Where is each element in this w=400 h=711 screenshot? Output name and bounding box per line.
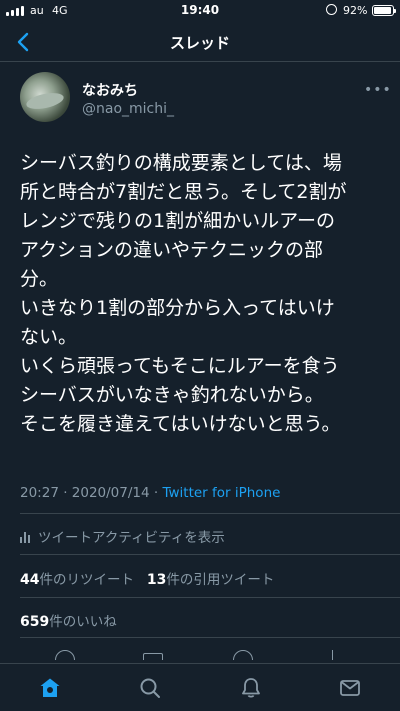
tweet-timestamp: 20:27 · 2020/07/14 ·: [20, 485, 163, 501]
status-time: 19:40: [180, 3, 220, 17]
like-icon[interactable]: [233, 650, 253, 660]
author-display-name[interactable]: なおみち: [82, 80, 138, 100]
battery-icon: [372, 5, 396, 16]
reply-icon[interactable]: [55, 650, 75, 660]
tweet-line: ない。: [20, 326, 78, 348]
share-icon[interactable]: [332, 650, 334, 660]
page-title: スレッド: [169, 34, 230, 52]
divider: [20, 554, 400, 555]
tweet-line: いくら頑張ってもそこにルアーを食う: [20, 355, 340, 377]
divider: [20, 637, 400, 638]
navigation-bar: スレッド: [0, 22, 400, 62]
quote-label: 件の引用ツイート: [166, 572, 275, 588]
orientation-lock-icon: [326, 4, 337, 15]
tweet-line: シーバスがいなきゃ釣れないから。: [20, 384, 324, 406]
status-bar: au 4G 19:40 92%: [0, 0, 400, 22]
tweet-text: シーバス釣りの構成要素としては、場 所と時合が7割だと思う。そして2割が レンジ…: [20, 149, 390, 439]
notifications-tab-icon[interactable]: [239, 676, 263, 700]
activity-chart-icon: [20, 529, 30, 543]
avatar[interactable]: [20, 72, 70, 122]
author-handle[interactable]: @nao_michi_: [82, 101, 174, 117]
tweet-activity-link[interactable]: ツイートアクティビティを表示: [20, 526, 225, 546]
tweet-line: シーバス釣りの構成要素としては、場: [20, 152, 342, 174]
more-options-icon[interactable]: •••: [364, 82, 392, 98]
home-tab-icon[interactable]: [38, 676, 62, 700]
bottom-tab-bar: [0, 663, 400, 711]
retweet-count: 44: [20, 572, 40, 588]
divider: [20, 597, 400, 598]
like-label: 件のいいね: [49, 614, 117, 630]
tweet-line: いきなり1割の部分から入ってはいけ: [20, 297, 335, 319]
tweet-line: レンジで残りの1割が細かいルアーの: [20, 210, 335, 232]
quote-tweets-link[interactable]: 13件の引用ツイート: [147, 572, 274, 588]
like-count: 659: [20, 614, 50, 630]
tweet-line: アクションの違いやテクニックの部: [20, 239, 324, 261]
tweet-meta: 20:27 · 2020/07/14 · Twitter for iPhone: [20, 485, 280, 501]
tweet-line: 所と時合が7割だと思う。そして2割が: [20, 181, 347, 203]
quote-count: 13: [146, 572, 167, 588]
divider: [20, 513, 400, 514]
tweet-source-link[interactable]: Twitter for iPhone: [162, 485, 280, 501]
engagement-counts: 44件のリツイート 13件の引用ツイート: [20, 568, 274, 588]
retweet-icon[interactable]: [143, 653, 163, 660]
tweet-line: そこを履き違えてはいけないと思う。: [20, 413, 341, 435]
likes-link[interactable]: 659件のいいね: [20, 610, 117, 630]
search-tab-icon[interactable]: [138, 676, 162, 700]
tweet-line: 分。: [20, 268, 59, 290]
retweets-link[interactable]: 44件のリツイート: [20, 572, 134, 588]
tweet-action-bar: [0, 648, 400, 660]
tweet-activity-label: ツイートアクティビティを表示: [38, 530, 225, 546]
messages-tab-icon[interactable]: [338, 676, 362, 700]
retweet-label: 件のリツイート: [39, 572, 134, 588]
battery-percent: 92%: [343, 4, 368, 17]
